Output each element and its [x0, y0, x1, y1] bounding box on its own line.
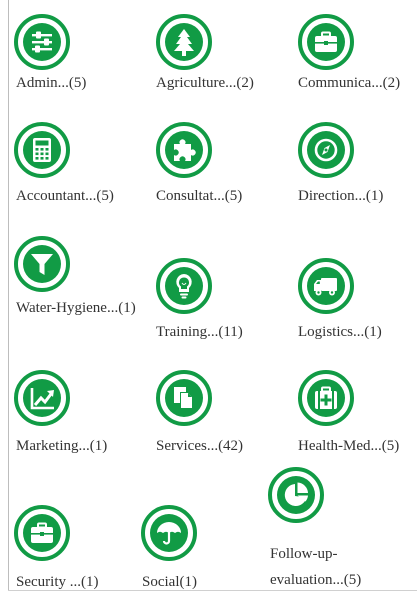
- category-label: Direction...(1): [298, 188, 384, 204]
- category-direction[interactable]: Direction...(1): [298, 122, 413, 206]
- category-follow-up-evaluation[interactable]: Follow-up-evaluation...(5): [268, 467, 413, 589]
- category-health-medical[interactable]: Health-Med...(5): [298, 370, 413, 456]
- documents-icon: [156, 370, 212, 426]
- lightbulb-icon: [156, 258, 212, 314]
- truck-icon: [298, 258, 354, 314]
- category-label: Services...(42): [156, 438, 244, 454]
- tree-icon: [156, 14, 212, 70]
- category-label: Security ...(1): [16, 574, 99, 590]
- category-admin[interactable]: Admin...(5): [14, 14, 134, 94]
- category-label: Agriculture...(2): [156, 75, 254, 91]
- category-logistics[interactable]: Logistics...(1): [298, 258, 413, 342]
- category-accountant[interactable]: Accountant...(5): [14, 122, 134, 206]
- category-marketing[interactable]: Marketing...(1): [14, 370, 134, 456]
- category-label: Accountant...(5): [16, 188, 114, 204]
- category-label: Marketing...(1): [16, 438, 108, 454]
- category-label: Consultat...(5): [156, 188, 243, 204]
- medical-kit-icon: [298, 370, 354, 426]
- category-consultation[interactable]: Consultat...(5): [156, 122, 276, 206]
- umbrella-icon: [141, 505, 197, 561]
- category-label: Admin...(5): [16, 75, 87, 91]
- category-water-hygiene[interactable]: Water-Hygiene...(1): [14, 236, 136, 346]
- category-label: Logistics...(1): [298, 324, 382, 340]
- calculator-icon: [14, 122, 70, 178]
- category-communication[interactable]: Communica...(2): [298, 14, 413, 94]
- briefcase-icon: [298, 14, 354, 70]
- pie-chart-icon: [268, 467, 324, 523]
- trend-chart-icon: [14, 370, 70, 426]
- sliders-icon: [14, 14, 70, 70]
- category-agriculture[interactable]: Agriculture...(2): [156, 14, 276, 94]
- left-border-line: [8, 0, 9, 591]
- category-security[interactable]: Security ...(1): [14, 505, 134, 590]
- category-label: Social(1): [142, 574, 197, 590]
- filter-icon: [14, 236, 70, 292]
- category-label: Communica...(2): [298, 75, 401, 91]
- compass-icon: [298, 122, 354, 178]
- category-label: Water-Hygiene...(1): [16, 300, 136, 316]
- briefcase-icon: [14, 505, 70, 561]
- category-label: Follow-up-evaluation...(5): [270, 546, 362, 588]
- category-social[interactable]: Social(1): [141, 505, 251, 590]
- category-label: Health-Med...(5): [298, 438, 400, 454]
- category-label: Training...(11): [156, 324, 243, 340]
- category-services[interactable]: Services...(42): [156, 370, 276, 456]
- category-training[interactable]: Training...(11): [156, 258, 276, 342]
- puzzle-icon: [156, 122, 212, 178]
